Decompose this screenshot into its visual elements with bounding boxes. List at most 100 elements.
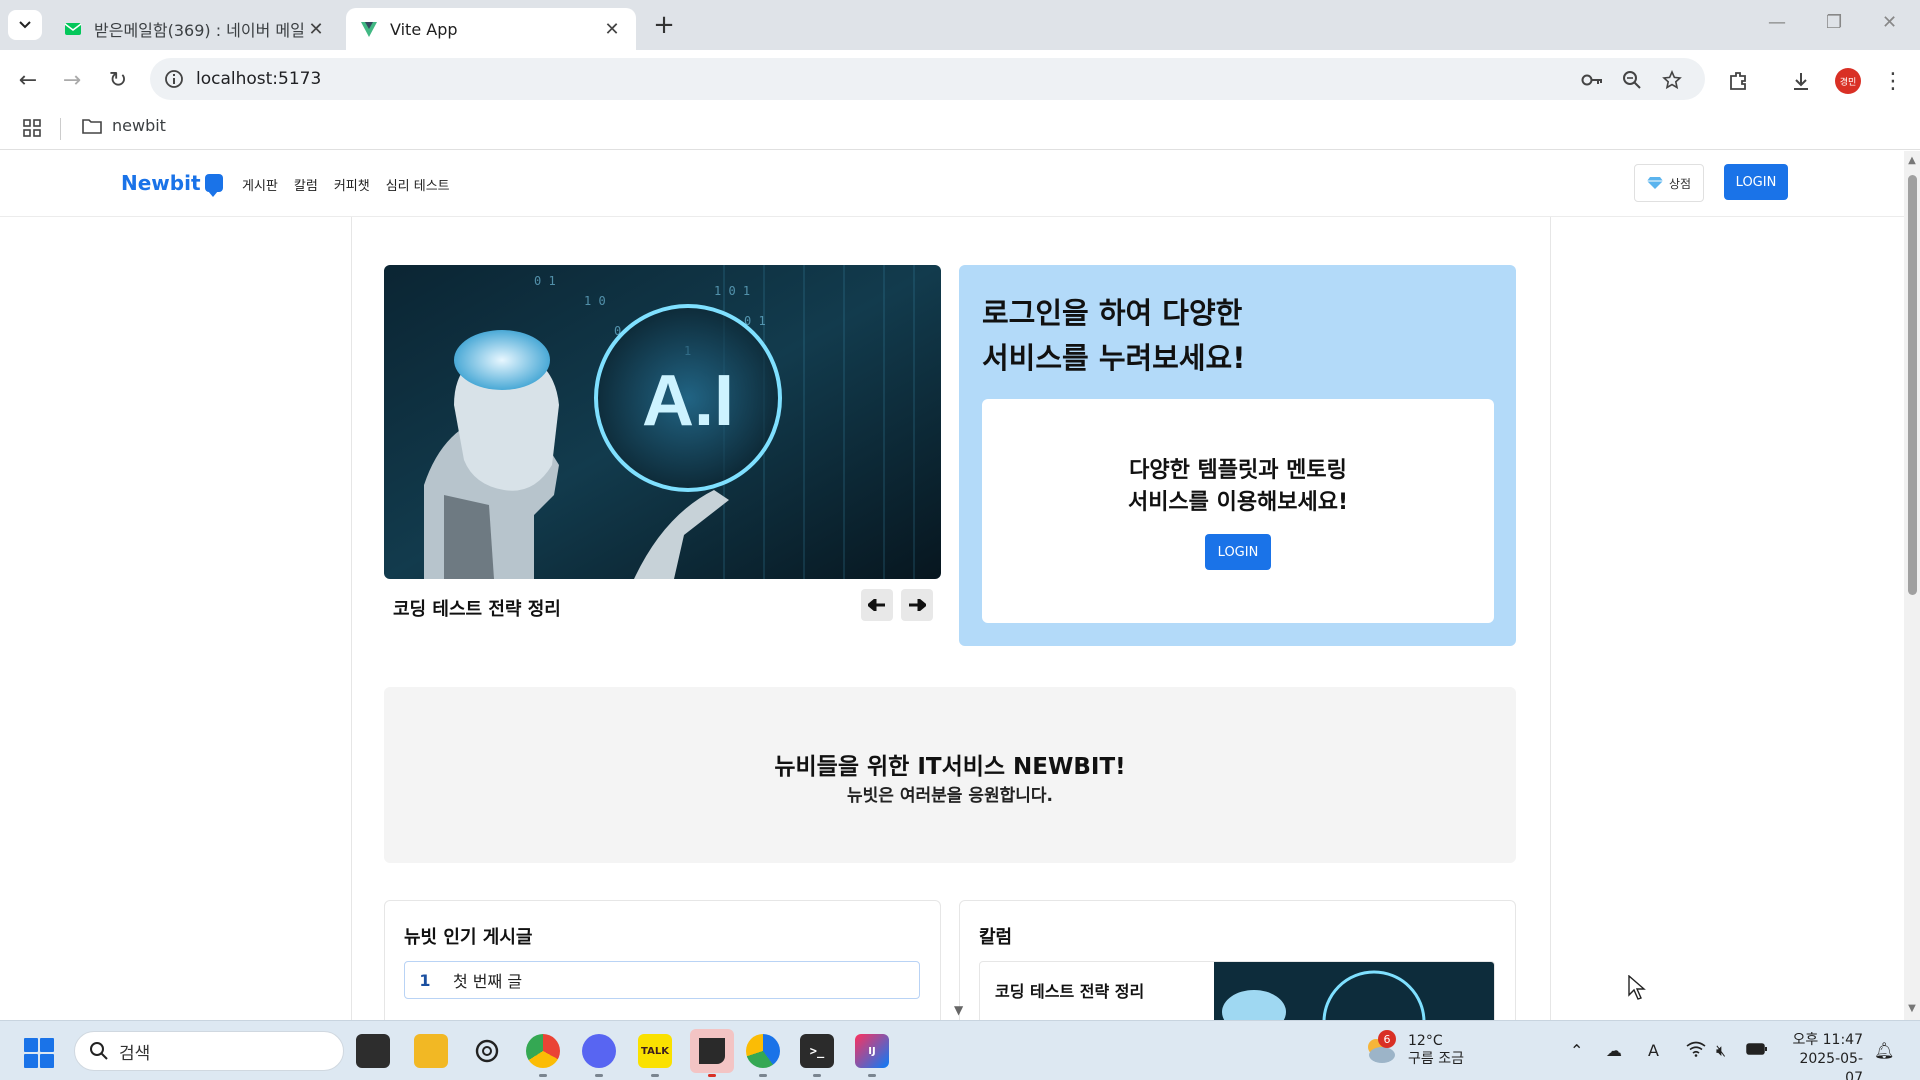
wifi-icon[interactable]: [1686, 1041, 1706, 1061]
running-indicator: [651, 1074, 659, 1077]
zoom-icon[interactable]: [1620, 68, 1644, 92]
task-view-icon[interactable]: [356, 1034, 390, 1068]
scrollbar-thumb[interactable]: [1908, 175, 1917, 595]
bookmark-newbit[interactable]: newbit: [82, 116, 166, 135]
onedrive-icon[interactable]: ☁: [1606, 1041, 1622, 1060]
svg-text:1 0 1: 1 0 1: [714, 284, 750, 298]
site-info-icon[interactable]: [164, 69, 184, 89]
running-indicator: [868, 1074, 876, 1077]
arrow-right-icon: [909, 599, 926, 611]
system-clock[interactable]: 오후 11:47 2025-05-07: [1783, 1031, 1863, 1080]
list-item[interactable]: 코딩 테스트 전략 정리: [979, 961, 1495, 1020]
vite-icon: [360, 20, 378, 38]
chevron-down-icon: [19, 21, 31, 29]
volume-muted-icon[interactable]: 🔇︎: [1716, 1041, 1726, 1061]
apps-grid-icon[interactable]: [22, 118, 42, 138]
minimize-icon[interactable]: —: [1768, 12, 1786, 33]
carousel-prev-button[interactable]: [861, 589, 893, 621]
post-title: 첫 번째 글: [453, 972, 523, 991]
browser-tab-bar: 받은메일함(369) : 네이버 메일 ✕ Vite App ✕ + — ❐ ✕: [0, 0, 1920, 50]
header-login-button[interactable]: LOGIN: [1724, 164, 1788, 200]
folder-icon: [82, 118, 102, 134]
bookmark-label: newbit: [112, 116, 166, 135]
ai-robot-illustration: 0 11 001 0 10 11 A.I: [384, 265, 941, 579]
divider: [60, 118, 61, 140]
windows-taskbar: 검색 TALK >_ IJ 6 12°C 구름 조금 ⌃ ☁ A 🔇︎ 오후 1…: [0, 1020, 1920, 1080]
shop-button[interactable]: 상점: [1634, 164, 1704, 202]
running-indicator: [595, 1074, 603, 1077]
download-icon[interactable]: [1788, 68, 1814, 94]
discord-icon[interactable]: [582, 1034, 616, 1068]
naver-mail-icon: [64, 20, 82, 38]
taskbar-search[interactable]: 검색: [74, 1031, 344, 1071]
login-promo-text: 다양한 템플릿과 멘토링 서비스를 이용해보세요!: [1127, 458, 1349, 515]
bookmark-star-icon[interactable]: [1660, 68, 1684, 92]
scroll-up-icon[interactable]: ▲: [1907, 155, 1917, 166]
extensions-icon[interactable]: [1725, 68, 1751, 94]
terminal-icon[interactable]: >_: [800, 1034, 834, 1068]
carousel-image[interactable]: 0 11 001 0 10 11 A.I: [384, 265, 941, 579]
nav-coffee-chat[interactable]: 커피챗: [334, 175, 370, 194]
tab-vite-app[interactable]: Vite App ✕: [346, 8, 636, 50]
intro-banner: 뉴비들을 위한 IT서비스 NEWBIT! 뉴빗은 여러분을 응원합니다.: [384, 687, 1516, 863]
ime-icon[interactable]: A: [1648, 1041, 1659, 1060]
chrome-icon[interactable]: [526, 1034, 560, 1068]
new-tab-button[interactable]: +: [650, 12, 678, 40]
shop-label: 상점: [1668, 176, 1692, 191]
forward-icon[interactable]: →: [58, 66, 86, 94]
diamond-icon: [1646, 177, 1663, 189]
clock-date: 2025-05-07: [1799, 1051, 1863, 1080]
chrome-profile-icon[interactable]: [746, 1034, 780, 1068]
reload-icon[interactable]: ↻: [104, 66, 132, 94]
list-item[interactable]: 1 첫 번째 글: [404, 961, 920, 999]
restore-icon[interactable]: ❐: [1826, 12, 1842, 33]
nav-board[interactable]: 게시판: [242, 175, 278, 194]
arrow-left-icon: [868, 599, 885, 611]
key-icon[interactable]: [1580, 68, 1604, 92]
popular-posts-title: 뉴빗 인기 게시글: [404, 927, 533, 948]
nav-psych-test[interactable]: 심리 테스트: [386, 175, 450, 194]
tab-naver-mail[interactable]: 받은메일함(369) : 네이버 메일 ✕: [50, 8, 340, 50]
weather-widget[interactable]: 6 12°C 구름 조금: [1362, 1030, 1464, 1068]
file-explorer-icon[interactable]: [414, 1034, 448, 1068]
login-promo-card: 다양한 템플릿과 멘토링 서비스를 이용해보세요! LOGIN: [982, 399, 1494, 623]
newbit-logo[interactable]: Newbit: [121, 171, 223, 197]
scroll-down-icon[interactable]: ▼: [1907, 1003, 1917, 1014]
column-item-title: 코딩 테스트 전략 정리: [995, 982, 1145, 1001]
svg-text:1 0: 1 0: [584, 294, 606, 308]
page-viewport: Newbit 게시판 칼럼 커피챗 심리 테스트 상점 LOGIN 0 1 1 …: [0, 151, 1904, 1020]
sticky-notes-icon[interactable]: [690, 1029, 734, 1073]
taskbar-search-placeholder: 검색: [119, 1043, 151, 1064]
kakaotalk-icon[interactable]: TALK: [638, 1034, 672, 1068]
tab-search-button[interactable]: [8, 10, 42, 40]
back-icon[interactable]: ←: [14, 66, 42, 94]
address-bar[interactable]: localhost:5173: [150, 58, 1705, 100]
column-card: 칼럼 코딩 테스트 전략 정리: [959, 900, 1516, 1020]
tab-title: Vite App: [390, 19, 458, 39]
page-scrollbar[interactable]: ▲ ▼: [1904, 151, 1920, 1020]
nav-column[interactable]: 칼럼: [294, 175, 318, 194]
running-indicator: [759, 1074, 767, 1077]
intellij-icon[interactable]: IJ: [855, 1034, 889, 1068]
close-icon[interactable]: ✕: [602, 19, 622, 40]
close-window-icon[interactable]: ✕: [1882, 12, 1897, 33]
close-icon[interactable]: ✕: [306, 19, 326, 40]
search-icon: [90, 1042, 108, 1060]
popular-posts-card: 뉴빗 인기 게시글 1 첫 번째 글: [384, 900, 941, 1020]
logo-text: Newbit: [121, 171, 201, 195]
carousel-next-button[interactable]: [901, 589, 933, 621]
weather-text: 12°C 구름 조금: [1408, 1032, 1464, 1068]
carousel-caption[interactable]: 코딩 테스트 전략 정리: [393, 595, 561, 621]
notification-icon[interactable]: 🔔︎: [1874, 1041, 1894, 1060]
profile-avatar[interactable]: 경민: [1835, 68, 1861, 94]
chatgpt-icon[interactable]: [470, 1034, 504, 1068]
url-text: localhost:5173: [196, 69, 322, 89]
windows-start-icon[interactable]: [24, 1038, 54, 1068]
panel-login-button[interactable]: LOGIN: [1205, 534, 1271, 570]
banner-title: 뉴비들을 위한 IT서비스 NEWBIT!: [774, 754, 1126, 780]
scroll-down-indicator: ▼: [954, 1003, 964, 1017]
battery-icon[interactable]: [1746, 1041, 1768, 1060]
column-thumbnail: [1214, 962, 1494, 1020]
tray-overflow-icon[interactable]: ⌃: [1570, 1041, 1583, 1060]
menu-dots-icon[interactable]: ⋮: [1880, 68, 1906, 94]
